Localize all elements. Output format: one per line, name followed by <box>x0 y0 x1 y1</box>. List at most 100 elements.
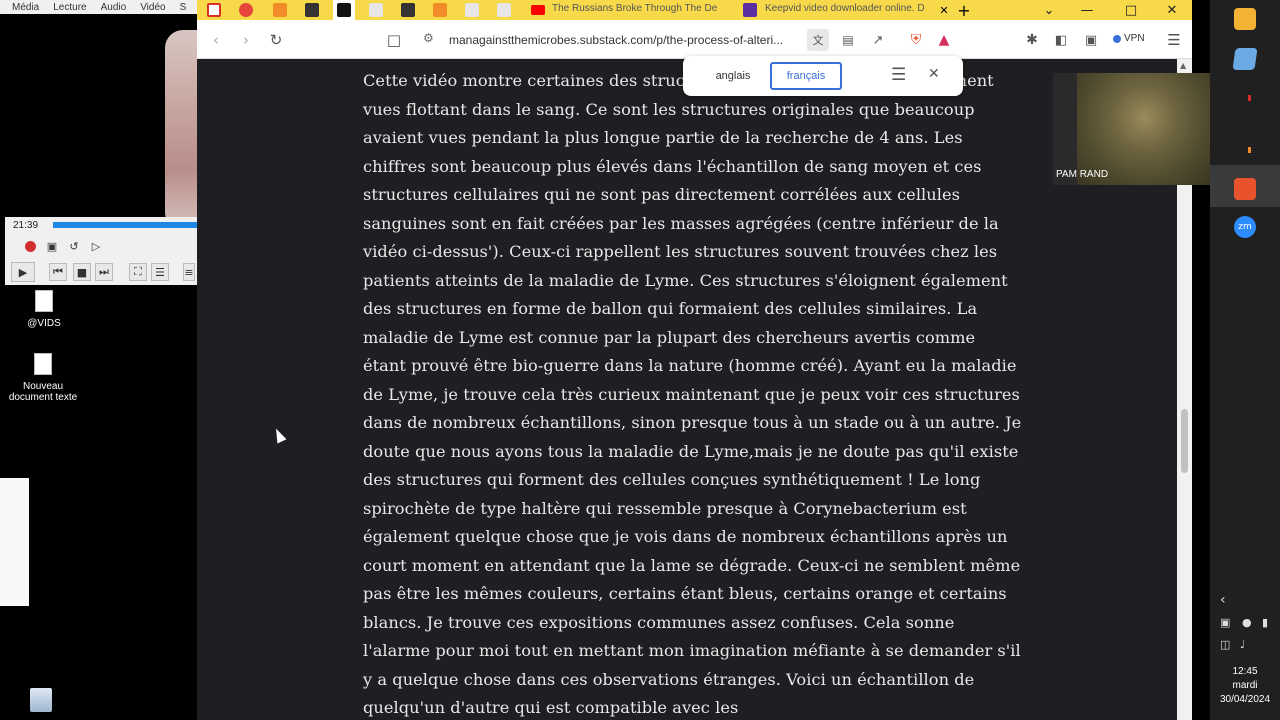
snapshot-icon[interactable]: ▣ <box>43 237 61 255</box>
page-content: Cette vidéo montre certaines des structu… <box>197 59 1177 720</box>
brave-icon[interactable] <box>1234 178 1256 200</box>
vlc-menubar: Média Lecture Audio Vidéo S <box>0 0 197 14</box>
vlc-menu-lecture[interactable]: Lecture <box>53 2 86 13</box>
translate-icon[interactable]: 文 <box>807 29 829 51</box>
tab-strip: The Russians Broke Through The De Keepvi… <box>197 0 1192 20</box>
translate-options-icon[interactable]: ☰ <box>891 65 906 85</box>
indicator-icon <box>1248 95 1251 101</box>
browser-window: The Russians Broke Through The De Keepvi… <box>197 0 1192 720</box>
vlc-menu-media[interactable]: Média <box>12 2 39 13</box>
minimize-icon[interactable]: — <box>1067 0 1107 20</box>
vpn-label: VPN <box>1124 33 1145 44</box>
gmail-tab-icon[interactable] <box>203 0 225 20</box>
partial-window <box>0 478 29 606</box>
forward-icon[interactable]: › <box>235 29 257 51</box>
back-icon[interactable]: ‹ <box>205 29 227 51</box>
zoom-icon[interactable]: zm <box>1234 216 1256 238</box>
vlc-seek-bar[interactable] <box>53 222 203 228</box>
browser-toolbar: ‹ › ↻ □ ⚙ managainstthemicrobes.substack… <box>197 20 1192 59</box>
show-hidden-icons-icon[interactable]: ‹ <box>1220 592 1226 608</box>
play-icon[interactable]: ▶ <box>11 262 35 282</box>
target-language-button[interactable]: français <box>770 62 842 90</box>
active-tab-icon[interactable] <box>333 0 355 20</box>
vlc-video-area[interactable] <box>0 14 197 217</box>
pinned-tab-icon[interactable] <box>235 0 257 20</box>
stop-icon[interactable]: ■ <box>73 263 91 281</box>
doc-tab-icon[interactable] <box>365 0 387 20</box>
microphone-icon[interactable]: ● <box>1242 616 1252 629</box>
desktop-icon-label: Nouveau document texte <box>8 381 78 403</box>
next-icon[interactable]: ⏭ <box>95 263 113 281</box>
vpn-status-icon <box>1113 34 1121 43</box>
recycle-bin-icon[interactable] <box>30 688 52 712</box>
desktop-icon-label: @VIDS <box>27 318 61 329</box>
wallet-icon[interactable]: ▣ <box>1080 29 1102 51</box>
reader-mode-icon[interactable]: ▤ <box>837 29 859 51</box>
webcam-name: PAM RAND <box>1056 169 1109 180</box>
webcam-overlay: PAM RAND <box>1053 73 1227 185</box>
article-body: Cette vidéo montre certaines des structu… <box>363 71 1022 717</box>
doc-tab-icon-3[interactable] <box>493 0 515 20</box>
vlc-menu-video[interactable]: Vidéo <box>140 2 165 13</box>
tab-search-icon[interactable]: ⌄ <box>1029 0 1069 20</box>
share-icon[interactable]: ↗ <box>867 29 889 51</box>
close-window-icon[interactable]: ✕ <box>1152 0 1192 20</box>
vpn-button[interactable]: VPN <box>1113 33 1145 44</box>
text-file-icon <box>34 353 52 375</box>
extensions-icon[interactable]: ✱ <box>1021 29 1043 51</box>
clock-day: mardi <box>1232 680 1258 691</box>
camera-icon[interactable]: ▣ <box>1220 616 1230 629</box>
tab-title-youtube[interactable]: The Russians Broke Through The De <box>552 3 720 14</box>
desktop-icon-new-text-document[interactable]: Nouveau document texte <box>3 353 83 403</box>
sidebar-icon[interactable]: ◧ <box>1050 29 1072 51</box>
vlc-seek-fill <box>53 222 202 228</box>
close-tab-icon[interactable]: ✕ <box>933 0 955 20</box>
doc-tab-icon-2[interactable] <box>461 0 483 20</box>
previous-icon[interactable]: ⏮ <box>49 263 67 281</box>
indicator-icon-2 <box>1248 147 1251 153</box>
file-icon <box>35 290 53 312</box>
close-translate-icon[interactable]: ✕ <box>928 66 940 82</box>
fullscreen-icon[interactable]: ⛶ <box>129 263 147 281</box>
translate-popup: anglais français ☰ ✕ <box>683 56 963 96</box>
playlist-icon[interactable]: ≡ <box>183 263 195 281</box>
vlc-video-frame <box>165 30 197 217</box>
new-tab-icon[interactable]: + <box>953 0 975 20</box>
youtube-icon <box>527 0 549 20</box>
loop-ab-icon[interactable]: ↺ <box>65 237 83 255</box>
rewards-icon[interactable]: ▲ <box>933 29 955 51</box>
app-icon[interactable] <box>1232 48 1258 70</box>
source-language-button[interactable]: anglais <box>697 62 769 90</box>
shield-icon[interactable]: ⛨ <box>905 29 927 51</box>
video-tab-icon[interactable] <box>301 0 323 20</box>
menu-icon[interactable]: ☰ <box>1163 29 1185 51</box>
battery-icon[interactable]: ▮ <box>1262 616 1268 629</box>
tab-title-keepvid[interactable]: Keepvid video downloader online. D <box>765 3 933 14</box>
maximize-icon[interactable]: □ <box>1111 0 1151 20</box>
site-info-icon[interactable]: ⚙ <box>423 31 434 45</box>
record-icon[interactable] <box>21 237 39 255</box>
file-explorer-icon[interactable] <box>1234 8 1256 30</box>
extended-settings-icon[interactable]: ☰ <box>151 263 169 281</box>
vlc-controls: 21:39 ▣ ↺ ▷ ▶ ⏮ ■ ⏭ ⛶ ☰ ≡ <box>5 217 203 285</box>
volume-icon[interactable]: ♩ <box>1240 638 1245 651</box>
network-icon[interactable]: ◫ <box>1220 638 1230 651</box>
scroll-thumb[interactable] <box>1181 409 1188 473</box>
bookmark-tab-icon[interactable] <box>269 0 291 20</box>
url-text: managainstthemicrobes.substack.com/p/the… <box>449 33 784 47</box>
clock-time: 12:45 <box>1232 666 1258 677</box>
desktop-icon-vids[interactable]: @VIDS <box>4 290 84 329</box>
reload-icon[interactable]: ↻ <box>265 29 287 51</box>
frame-step-icon[interactable]: ▷ <box>87 237 105 255</box>
system-clock[interactable]: 12:45 mardi 30/04/2024 <box>1210 665 1280 707</box>
bookmark-icon[interactable]: □ <box>383 29 405 51</box>
scroll-up-icon[interactable]: ▲ <box>1180 61 1186 70</box>
vlc-menu-audio[interactable]: Audio <box>101 2 127 13</box>
clock-date: 30/04/2024 <box>1219 694 1271 705</box>
keepvid-icon <box>739 0 761 20</box>
video-tab-icon-2[interactable] <box>397 0 419 20</box>
taskbar: zm ‹ ▣ ● ▮ ◫ ♩ 12:45 mardi 30/04/2024 <box>1210 0 1280 720</box>
bookmark-tab-icon-2[interactable] <box>429 0 451 20</box>
vlc-menu-more[interactable]: S <box>180 2 187 13</box>
vlc-time: 21:39 <box>13 220 39 231</box>
